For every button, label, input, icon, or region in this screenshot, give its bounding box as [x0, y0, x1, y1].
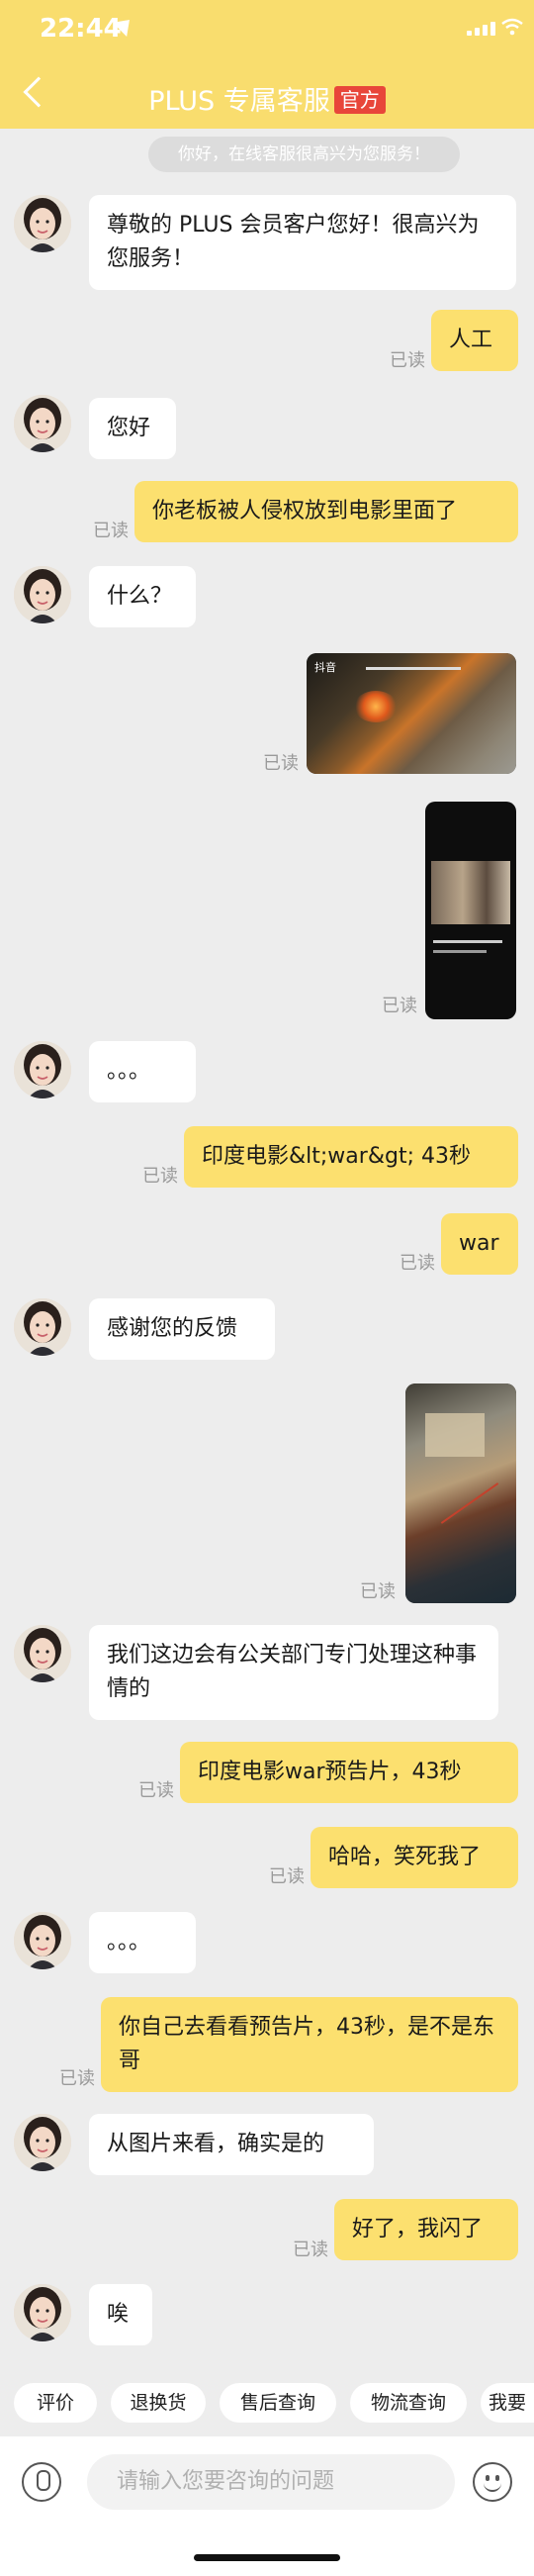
image-detail [425, 1413, 485, 1457]
quick-reply-bar: 评价 退换货 售后查询 物流查询 我要 [0, 2373, 534, 2433]
microphone-icon[interactable] [22, 2462, 61, 2502]
read-status: 已读 [293, 2240, 328, 2260]
quick-reply-logistics[interactable]: 物流查询 [350, 2383, 467, 2423]
quick-reply-more[interactable]: 我要 [481, 2383, 534, 2423]
status-bar: 22:44 [0, 0, 534, 67]
message-bubble-incoming: 我们这边会有公关部门专门处理这种事情的 [89, 1625, 498, 1720]
message-bubble-incoming: 什么？ [89, 566, 196, 627]
message-bubble-outgoing: 哈哈，笑死我了 [311, 1827, 518, 1888]
message-bubble-incoming: 感谢您的反馈 [89, 1298, 275, 1360]
quick-reply-return[interactable]: 退换货 [111, 2383, 206, 2423]
explosion-graphic [354, 691, 398, 722]
read-status: 已读 [360, 1581, 396, 1602]
message-bubble-outgoing: 你老板被人侵权放到电影里面了 [134, 481, 518, 542]
agent-avatar [14, 195, 71, 252]
agent-avatar [14, 1041, 71, 1098]
system-notice: 你好，在线客服很高兴为您服务！ [148, 137, 460, 172]
agent-avatar [14, 1298, 71, 1356]
input-bar: 请输入您要咨询的问题 [0, 2436, 534, 2576]
page-title: PLUS 专属客服 官方 [0, 79, 534, 118]
agent-avatar [14, 566, 71, 623]
read-status: 已读 [93, 521, 129, 541]
read-status: 已读 [400, 1253, 435, 1274]
read-status: 已读 [269, 1866, 305, 1887]
title-text: PLUS 专属客服 [148, 86, 330, 117]
quick-reply-rate[interactable]: 评价 [14, 2383, 97, 2423]
message-input[interactable]: 请输入您要咨询的问题 [87, 2454, 455, 2510]
message-bubble-outgoing: 人工 [431, 310, 518, 371]
read-status: 已读 [138, 1780, 174, 1801]
message-bubble-incoming: 从图片来看，确实是的 [89, 2114, 374, 2175]
message-bubble-incoming: 您好 [89, 398, 176, 459]
home-indicator [194, 2554, 340, 2561]
caption-line [433, 950, 487, 953]
message-bubble-outgoing: 你自己去看看预告片，43秒，是不是东哥 [101, 1997, 518, 2092]
image-message-thumbnail[interactable] [405, 1383, 516, 1603]
caption-line [433, 940, 502, 943]
message-bubble-outgoing: 印度电影war预告片，43秒 [180, 1742, 518, 1803]
video-frame [307, 653, 516, 774]
agent-avatar [14, 1625, 71, 1682]
agent-avatar [14, 2114, 71, 2171]
nav-bar: PLUS 专属客服 官方 [0, 67, 534, 129]
emoji-icon[interactable] [473, 2462, 512, 2502]
quick-reply-aftersale[interactable]: 售后查询 [220, 2383, 336, 2423]
agent-avatar [14, 1912, 71, 1969]
message-bubble-incoming: 唉 [89, 2284, 152, 2345]
message-bubble-outgoing: 印度电影&lt;war&gt; 43秒 [184, 1126, 518, 1188]
video-message-thumbnail[interactable]: 抖音 [307, 653, 516, 774]
read-status: 已读 [263, 753, 299, 774]
status-time: 22:44 [40, 14, 122, 44]
read-status: 已读 [142, 1166, 178, 1187]
wifi-icon [501, 18, 523, 36]
agent-avatar [14, 2284, 71, 2341]
message-bubble-incoming: 尊敬的 PLUS 会员客户您好！很高兴为您服务！ [89, 195, 516, 290]
signal-icon [467, 22, 495, 36]
screenshot-image [431, 861, 510, 924]
message-bubble-outgoing: 好了，我闪了 [334, 2199, 518, 2260]
douyin-label: 抖音 [314, 661, 336, 674]
video-caption-line [366, 667, 461, 670]
agent-avatar [14, 395, 71, 452]
message-bubble-outgoing: war [441, 1213, 518, 1275]
read-status: 已读 [382, 996, 417, 1016]
message-bubble-incoming: 。。。 [89, 1912, 196, 1973]
message-bubble-incoming: 。。。 [89, 1041, 196, 1102]
read-status: 已读 [390, 350, 425, 371]
official-badge: 官方 [333, 86, 386, 114]
read-status: 已读 [59, 2068, 95, 2089]
image-message-thumbnail[interactable] [425, 802, 516, 1019]
